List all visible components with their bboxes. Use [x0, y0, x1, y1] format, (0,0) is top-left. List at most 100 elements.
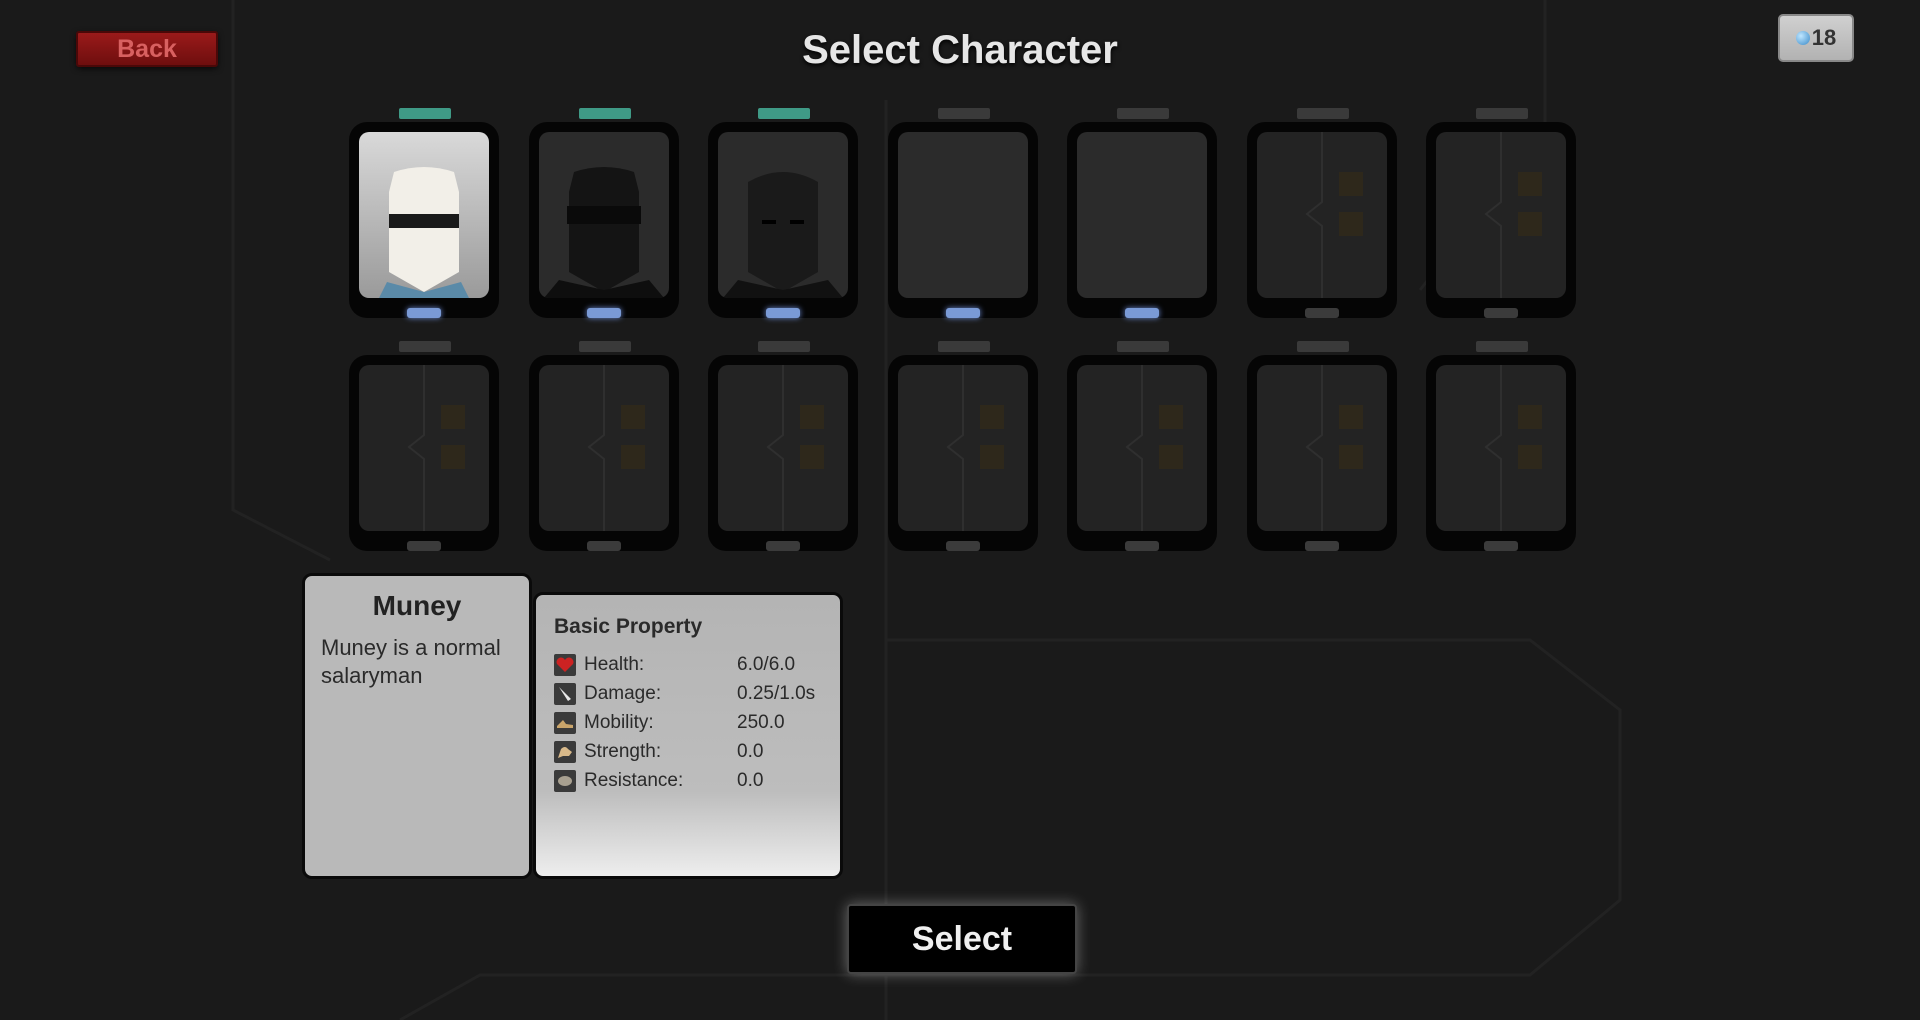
- character-slot-4[interactable]: [888, 108, 1038, 322]
- slot-unlock-bar: [1117, 341, 1169, 352]
- slot-status-indicator: [766, 541, 800, 551]
- character-info-card: Muney Muney is a normal salaryman: [302, 573, 532, 879]
- slot-unlock-bar: [1297, 341, 1349, 352]
- slot-portrait: [359, 365, 489, 531]
- property-title: Basic Property: [554, 615, 703, 638]
- slot-unlock-bar: [579, 108, 631, 119]
- slot-unlock-bar: [399, 108, 451, 119]
- slot-unlock-bar: [1476, 341, 1528, 352]
- property-row-strength: Strength: 0.0: [554, 739, 763, 765]
- slot-status-indicator: [1125, 308, 1159, 318]
- slot-portrait: [898, 365, 1028, 531]
- property-value: 0.0: [737, 741, 764, 762]
- property-row-resistance: Resistance: 0.0: [554, 768, 763, 794]
- character-slot-3[interactable]: [708, 108, 858, 322]
- slot-frame: [1067, 355, 1217, 551]
- slot-unlock-bar: [758, 108, 810, 119]
- slot-status-indicator: [766, 308, 800, 318]
- slot-portrait: [539, 132, 669, 298]
- character-description: Muney is a normal salaryman: [321, 635, 501, 688]
- currency-value: 18: [1811, 25, 1837, 50]
- slot-frame: [349, 355, 499, 551]
- currency-counter: 18: [1778, 14, 1854, 62]
- property-label: Strength:: [584, 741, 662, 762]
- heart-icon: [554, 654, 576, 676]
- slot-unlock-bar: [579, 341, 631, 352]
- slot-status-indicator: [1484, 541, 1518, 551]
- slot-unlock-bar: [399, 341, 451, 352]
- slot-unlock-bar: [1117, 108, 1169, 119]
- slot-status-indicator: [587, 308, 621, 318]
- slot-unlock-bar: [938, 108, 990, 119]
- character-slot-13: [1247, 341, 1397, 555]
- slot-portrait: [718, 365, 848, 531]
- property-label: Mobility:: [584, 712, 654, 733]
- slot-portrait: [1436, 132, 1566, 298]
- slot-frame: [529, 122, 679, 318]
- slot-status-indicator: [587, 541, 621, 551]
- slot-portrait: [1436, 365, 1566, 531]
- slot-status-indicator: [1305, 308, 1339, 318]
- character-slot-2[interactable]: [529, 108, 679, 322]
- property-row-mobility: Mobility: 250.0: [554, 710, 785, 736]
- slot-status-indicator: [946, 541, 980, 551]
- property-label: Damage:: [584, 683, 662, 704]
- slot-frame: [1426, 122, 1576, 318]
- slot-frame: [1247, 355, 1397, 551]
- slot-frame: [708, 122, 858, 318]
- shoe-icon: [554, 712, 576, 734]
- slot-portrait: [718, 132, 848, 298]
- slot-status-indicator: [1484, 308, 1518, 318]
- slot-frame: [1067, 122, 1217, 318]
- slot-portrait: [1077, 132, 1207, 298]
- slot-portrait: [539, 365, 669, 531]
- arm-icon: [554, 741, 576, 763]
- gem-icon: [1795, 31, 1810, 45]
- slot-frame: [529, 355, 679, 551]
- character-slot-7: [1426, 108, 1576, 322]
- shield-icon: [554, 770, 576, 792]
- slot-unlock-bar: [758, 341, 810, 352]
- slot-status-indicator: [1125, 541, 1159, 551]
- character-slot-12: [1067, 341, 1217, 555]
- property-label: Resistance:: [584, 770, 684, 791]
- slot-portrait: [359, 132, 489, 298]
- slot-unlock-bar: [1297, 108, 1349, 119]
- character-slot-10: [708, 341, 858, 555]
- slot-frame: [888, 355, 1038, 551]
- slot-portrait: [898, 132, 1028, 298]
- character-slot-9: [529, 341, 679, 555]
- character-slot-1[interactable]: [349, 108, 499, 322]
- slot-status-indicator: [407, 541, 441, 551]
- slot-unlock-bar: [938, 341, 990, 352]
- slot-portrait: [1077, 365, 1207, 531]
- slot-frame: [349, 122, 499, 318]
- character-name: Muney: [372, 590, 462, 621]
- select-button[interactable]: Select: [847, 904, 1077, 974]
- basic-property-card: Basic Property Health: 6.0/6.0 Damage: 0…: [533, 592, 843, 879]
- character-slot-14: [1426, 341, 1576, 555]
- slot-frame: [708, 355, 858, 551]
- slot-unlock-bar: [1476, 108, 1528, 119]
- slot-portrait: [1257, 132, 1387, 298]
- page-title: Select Character: [802, 28, 1118, 72]
- blade-icon: [554, 683, 576, 705]
- character-slot-5[interactable]: [1067, 108, 1217, 322]
- character-slot-11: [888, 341, 1038, 555]
- character-slot-6: [1247, 108, 1397, 322]
- property-label: Health:: [584, 654, 645, 675]
- property-value: 0.0: [737, 770, 764, 791]
- slot-frame: [888, 122, 1038, 318]
- slot-status-indicator: [1305, 541, 1339, 551]
- slot-frame: [1426, 355, 1576, 551]
- property-value: 250.0: [737, 712, 785, 733]
- character-slot-8: [349, 341, 499, 555]
- property-value: 6.0/6.0: [737, 654, 796, 675]
- slot-frame: [1247, 122, 1397, 318]
- property-row-health: Health: 6.0/6.0: [554, 652, 795, 678]
- property-row-damage: Damage: 0.25/1.0s: [554, 681, 815, 707]
- slot-status-indicator: [946, 308, 980, 318]
- property-value: 0.25/1.0s: [737, 683, 816, 704]
- slot-portrait: [1257, 365, 1387, 531]
- slot-status-indicator: [407, 308, 441, 318]
